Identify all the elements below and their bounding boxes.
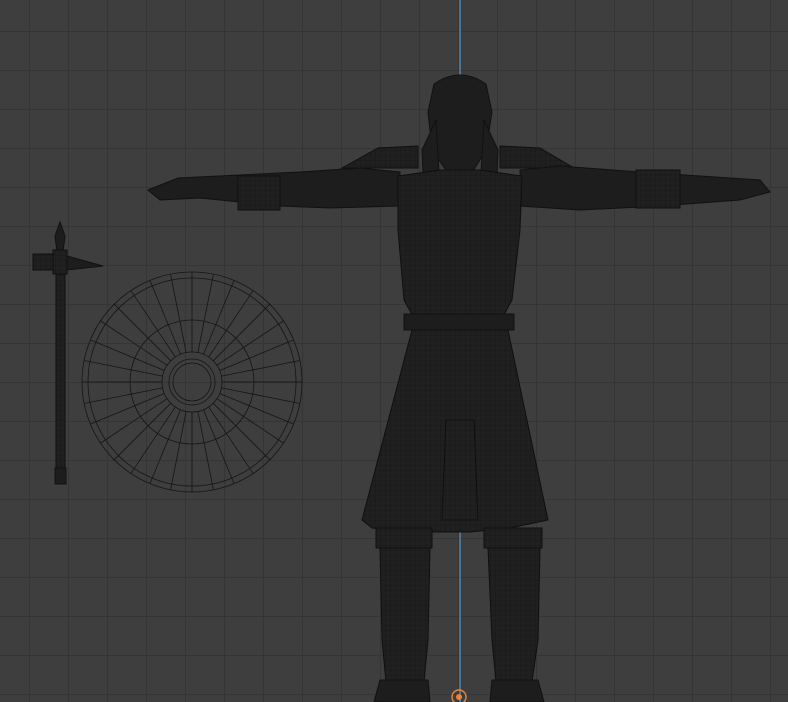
shield-spoke [113,402,172,461]
shield-spoke [100,398,168,444]
shield-spoke [221,387,300,404]
shield-spoke [170,411,187,490]
shield-spoke [149,280,181,355]
shield-spoke [212,303,271,362]
shield-spoke [149,409,181,484]
3d-viewport[interactable] [0,0,788,702]
shield-spoke [170,274,187,353]
shield-spoke [219,339,294,371]
shield-spoke [203,409,235,484]
shield-spoke [219,393,294,425]
shield-spoke [221,360,300,377]
shield-spoke [84,387,163,404]
shield-spoke [216,398,284,444]
round-shield[interactable] [81,271,303,493]
origin-marker [451,689,467,702]
warrior-character[interactable] [147,74,771,702]
shield-spoke [208,290,254,358]
shield-spoke [84,360,163,377]
shield-spoke [203,280,235,355]
shield-spoke [197,274,214,353]
shield-spoke [197,411,214,490]
shield-spoke [113,303,172,362]
shield-spoke [90,393,165,425]
viewport-canvas[interactable] [0,0,788,702]
shield-spoke [208,406,254,474]
shield-spoke [216,320,284,366]
shield-spoke [212,402,271,461]
shield-spoke [100,320,168,366]
shield-spoke [130,406,176,474]
shield-spoke [130,290,176,358]
shield-spoke [90,339,165,371]
